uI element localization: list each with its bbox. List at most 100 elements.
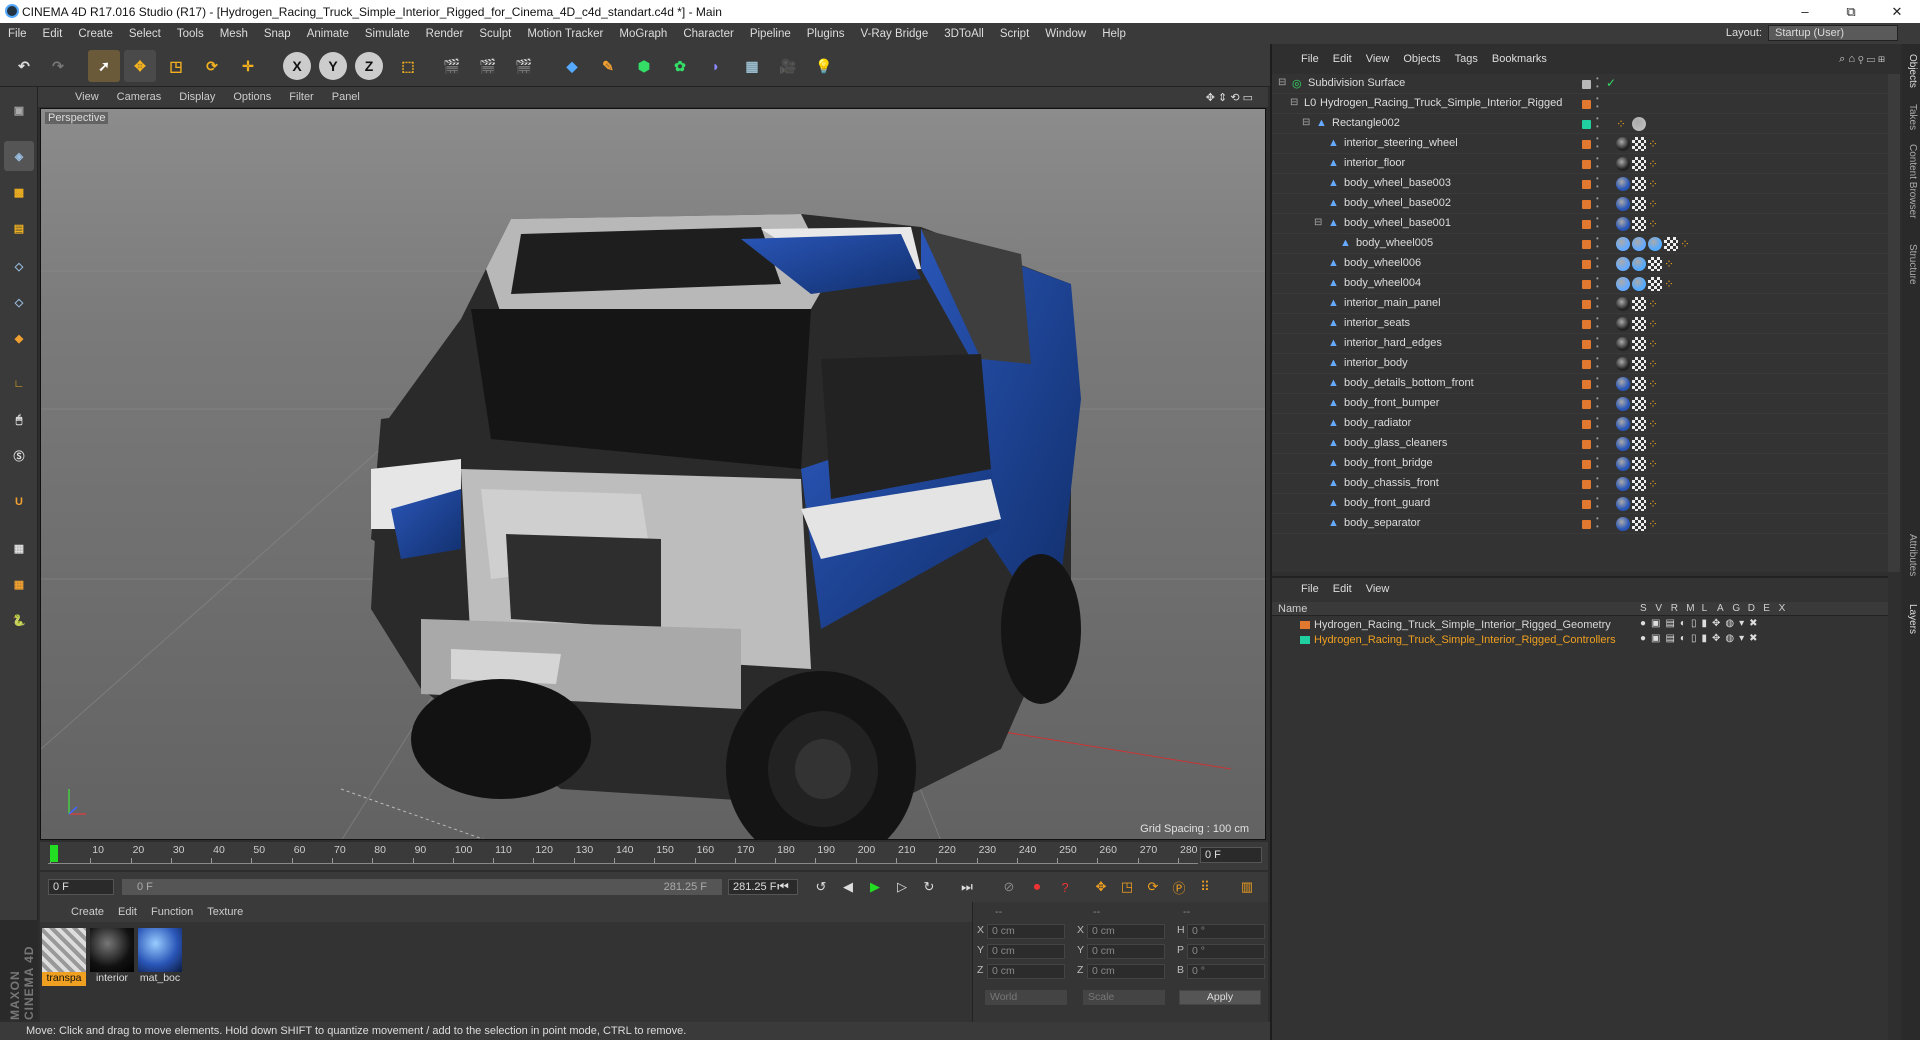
material-tag-icon[interactable] [1616,437,1630,451]
layer-color-dot[interactable] [1582,240,1591,249]
visibility-toggle-icon[interactable]: • • [1596,475,1599,491]
visibility-toggle-icon[interactable]: • • [1596,495,1599,511]
layer-color-dot[interactable] [1582,340,1591,349]
layer-column-header[interactable]: G [1732,603,1740,614]
material-tag-icon[interactable] [1632,177,1646,191]
x-axis-lock-button[interactable]: X [283,52,311,80]
visibility-toggle-icon[interactable]: • • [1596,275,1599,291]
visibility-toggle-icon[interactable]: • • [1596,355,1599,371]
make-editable-icon[interactable]: ▣ [4,95,34,125]
lm-menu-view[interactable]: View [1359,583,1397,595]
material-tag-icon[interactable] [1632,137,1646,151]
material-tag-icon[interactable] [1616,377,1630,391]
material-menu-create[interactable]: Create [64,906,111,918]
object-row[interactable]: ▲ body_wheel_base002 • • ⁘ [1272,194,1888,214]
layer-column-header[interactable]: V [1655,603,1662,614]
material-tag-icon[interactable] [1616,277,1630,291]
layer-color-dot[interactable] [1582,480,1591,489]
size-x-field[interactable]: 0 cm [1087,924,1165,939]
object-row[interactable]: ▲ body_wheel_base003 • • ⁘ [1272,174,1888,194]
tweak-mode-icon[interactable]: 🖱 [4,405,34,435]
menu-window[interactable]: Window [1037,28,1094,40]
select-cursor-icon[interactable]: ➚ [88,50,120,82]
cube-primitive-icon[interactable]: ◆ [556,50,588,82]
layer-color-dot[interactable] [1582,100,1591,109]
material-tag-icon[interactable] [1616,217,1630,231]
menu-mesh[interactable]: Mesh [212,28,256,40]
side-tab-structure[interactable]: Structure [1904,244,1918,285]
material-tag-icon[interactable]: ⁘ [1648,377,1662,391]
camera-icon[interactable]: 🎥 [772,50,804,82]
viewport-menu-panel[interactable]: Panel [323,91,369,103]
material-swatch[interactable]: interior [90,928,134,988]
layer-toggle-icons[interactable]: ●▣▤◐▯▮✥◍▾✖ [1640,618,1763,629]
menu-plugins[interactable]: Plugins [799,28,853,40]
play-icon[interactable]: ▶ [864,876,886,898]
viewport-menu-filter[interactable]: Filter [280,91,322,103]
workplane-icon[interactable]: ▦ [4,533,34,563]
motion-record-icon[interactable]: ⊘ [998,876,1020,898]
material-tag-icon[interactable]: ⁘ [1648,477,1662,491]
rotation-h-field[interactable]: 0 ° [1187,924,1265,939]
step-forward-icon[interactable]: ▷ [891,876,913,898]
visibility-toggle-icon[interactable]: • • [1596,515,1599,531]
layer-color-dot[interactable] [1582,360,1591,369]
layer-color-dot[interactable] [1582,140,1591,149]
material-tag-icon[interactable] [1616,457,1630,471]
material-tag-icon[interactable] [1632,437,1646,451]
start-frame-field[interactable]: 0 F [48,879,114,895]
object-row[interactable]: ▲ body_wheel004 • • ⁘ [1272,274,1888,294]
floor-icon[interactable]: ▦ [736,50,768,82]
workplane-mode-icon[interactable]: ▤ [4,213,34,243]
material-tag-icon[interactable] [1632,457,1646,471]
layer-row[interactable]: Hydrogen_Racing_Truck_Simple_Interior_Ri… [1272,618,1888,633]
menu-script[interactable]: Script [992,28,1037,40]
visibility-toggle-icon[interactable]: • • [1596,235,1599,251]
minimize-button[interactable]: – [1782,0,1828,23]
layer-row[interactable]: Hydrogen_Racing_Truck_Simple_Interior_Ri… [1272,633,1888,648]
layer-color-dot[interactable] [1582,120,1591,129]
layer-color-dot[interactable] [1582,400,1591,409]
layer-color-dot[interactable] [1582,220,1591,229]
menu-tools[interactable]: Tools [169,28,212,40]
material-tag-icon[interactable]: ⁘ [1648,397,1662,411]
material-tag-icon[interactable]: ⁘ [1648,437,1662,451]
y-axis-lock-button[interactable]: Y [319,52,347,80]
material-tag-icon[interactable]: ⁘ [1648,157,1662,171]
menu-animate[interactable]: Animate [299,28,357,40]
material-tag-icon[interactable] [1616,357,1630,371]
layer-color-dot[interactable] [1582,280,1591,289]
viewport-menu-options[interactable]: Options [224,91,280,103]
material-tag-icon[interactable]: ⁘ [1664,277,1678,291]
material-tag-icon[interactable] [1632,497,1646,511]
material-tag-icon[interactable] [1616,197,1630,211]
material-tag-icon[interactable]: ⁘ [1648,517,1662,531]
material-tag-icon[interactable] [1632,317,1646,331]
object-row[interactable]: ⊟ ▲ body_wheel_base001 • • ⁘ [1272,214,1888,234]
cloner-icon[interactable]: ✿ [664,50,696,82]
menu-edit[interactable]: Edit [35,28,71,40]
object-row[interactable]: ⊟ L0 Hydrogen_Racing_Truck_Simple_Interior… [1272,94,1888,114]
menu-render[interactable]: Render [418,28,472,40]
layer-toggle-icons[interactable]: ●▣▤◐▯▮✥◍▾✖ [1640,633,1763,644]
pen-spline-icon[interactable]: ✎ [592,50,624,82]
next-key-icon[interactable]: ↻ [918,876,940,898]
light-icon[interactable]: 💡 [808,50,840,82]
snap-icon[interactable]: Ⓢ [4,441,34,471]
menu-3dtoall[interactable]: 3DToAll [936,28,992,40]
visibility-toggle-icon[interactable]: • • [1596,135,1599,151]
layer-column-header[interactable]: A [1717,603,1724,614]
material-menu-edit[interactable]: Edit [111,906,144,918]
layer-column-header[interactable]: L [1702,603,1708,614]
material-tag-icon[interactable]: ⁘ [1648,357,1662,371]
object-row[interactable]: ▲ interior_main_panel • • ⁘ [1272,294,1888,314]
material-tag-icon[interactable]: ⁘ [1648,197,1662,211]
layer-color-dot[interactable] [1582,520,1591,529]
om-menu-file[interactable]: File [1294,53,1326,65]
side-tab-takes[interactable]: Takes [1904,104,1918,130]
timeline-ruler[interactable]: 0102030405060708090100110120130140150160… [48,844,1198,864]
object-row[interactable]: ▲ body_chassis_front • • ⁘ [1272,474,1888,494]
layer-color-dot[interactable] [1582,460,1591,469]
move-icon[interactable]: ✥ [124,50,156,82]
coordinate-space-dropdown[interactable]: World [985,990,1067,1005]
